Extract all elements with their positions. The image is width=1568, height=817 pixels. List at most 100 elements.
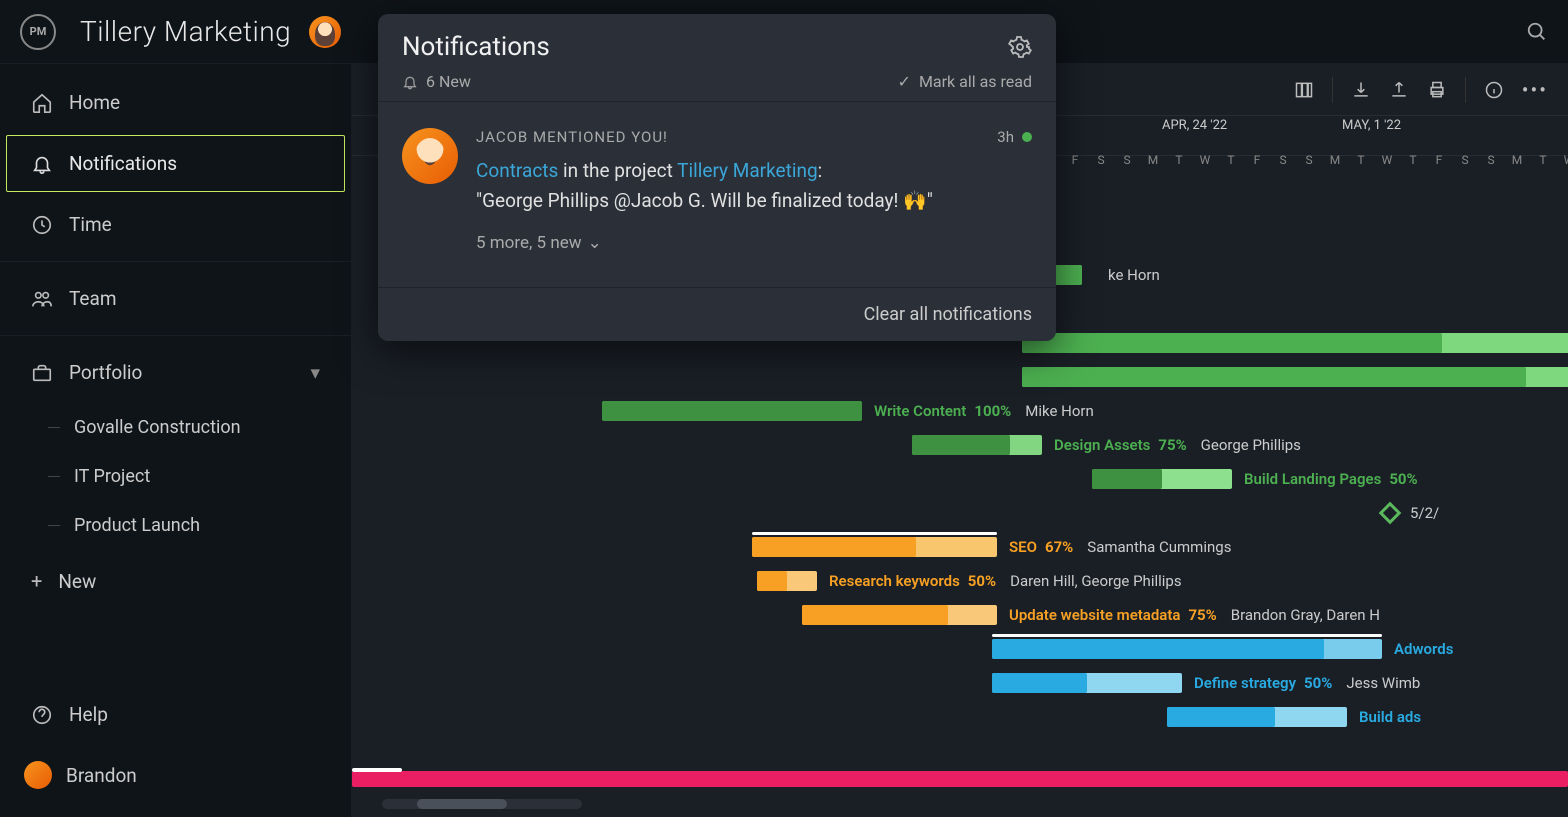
gantt-bar[interactable]: Research keywords50%Daren Hill, George P… [757,571,817,591]
app-title: Tillery Marketing [80,15,291,48]
mark-all-read-button[interactable]: ✓ Mark all as read [898,72,1032,91]
briefcase-icon [31,362,53,384]
gantt-bar[interactable]: Write Content100%Mike Horn [602,401,862,421]
share-icon[interactable] [1389,80,1409,100]
month-label: APR, 24 '22 [1162,118,1227,133]
sidebar-item-label: Time [69,213,112,236]
unread-dot-icon [1022,132,1032,142]
sidebar-item-team[interactable]: Team [6,270,345,327]
task-assignee: George Phillips [1201,436,1301,454]
task-row: Build Landing Pages50% [352,462,1568,496]
gantt-bar[interactable]: SEO67%Samantha Cummings [752,537,997,557]
progress-summary-bar [352,771,1568,787]
task-row: Update website metadata75%Brandon Gray, … [352,598,1568,632]
task-assignee: Mike Horn [1025,402,1094,420]
task-name: SEO [1009,538,1037,556]
portfolio-child-product-launch[interactable]: Product Launch [0,501,351,550]
task-row: Creativ [352,360,1568,394]
milestone-icon[interactable] [1379,502,1402,525]
columns-icon[interactable] [1294,80,1314,100]
task-name: Build ads [1359,708,1421,726]
header-avatar[interactable] [309,16,341,48]
portfolio-child-govalle[interactable]: Govalle Construction [0,403,351,452]
sidebar-item-label: Home [69,91,120,114]
task-row: 5/2/ [352,496,1568,530]
check-icon: ✓ [898,72,911,91]
portfolio-child-it[interactable]: IT Project [0,452,351,501]
task-name: Research keywords [829,572,960,590]
task-percent: 50% [1389,470,1417,488]
notification-avatar [402,128,458,184]
info-icon[interactable] [1484,80,1504,100]
task-row: Adwords [352,632,1568,666]
sidebar-item-portfolio[interactable]: Portfolio ▾ [6,344,345,401]
gear-icon[interactable] [1008,35,1032,59]
search-icon[interactable] [1526,21,1548,43]
gantt-bar[interactable]: Build ads [1167,707,1347,727]
milestone-label: 5/2/ [1410,504,1439,522]
task-row: Write Content 100% Mike Horn [352,394,1568,428]
chevron-down-icon: ⌄ [588,233,602,253]
sidebar-item-label: Notifications [69,152,177,175]
gantt-bar[interactable]: Creativ [1022,367,1568,387]
app-logo[interactable]: PM [20,14,56,50]
task-percent: 75% [1188,606,1216,624]
scrollbar-thumb[interactable] [417,799,507,809]
task-row: SEO67%Samantha Cummings [352,530,1568,564]
task-label: SEO67%Samantha Cummings [1009,538,1231,556]
task-percent: 100% [974,402,1011,420]
month-label: MAY, 1 '22 [1342,118,1401,133]
task-name: Define strategy [1194,674,1296,692]
task-assignee: Samantha Cummings [1087,538,1231,556]
bell-small-icon [402,74,418,90]
sidebar-item-label: Help [69,703,108,726]
more-icon[interactable]: ••• [1522,78,1548,102]
bell-icon [31,153,53,175]
home-icon [31,92,53,114]
clear-all-button[interactable]: Clear all notifications [378,287,1056,341]
task-label: Update website metadata75%Brandon Gray, … [1009,606,1380,624]
task-name: Write Content [874,402,966,420]
task-assignee: Jess Wimb [1346,674,1420,692]
gantt-bar[interactable]: Update website metadata75%Brandon Gray, … [802,605,997,625]
sidebar-user[interactable]: Brandon [0,745,351,805]
notification-more-toggle[interactable]: 5 more, 5 new ⌄ [476,233,1032,253]
gantt-bar[interactable]: ps, Jennifer Lennon, Jess Wimber... [1022,333,1568,353]
gantt-bar[interactable]: Adwords [992,639,1382,659]
gantt-bar[interactable]: Design Assets75%George Phillips [912,435,1042,455]
user-avatar-icon [24,761,52,789]
sidebar-item-help[interactable]: Help [6,686,345,743]
download-icon[interactable] [1351,80,1371,100]
sidebar-item-notifications[interactable]: Notifications [6,135,345,192]
sidebar-item-label: Portfolio [69,361,142,384]
task-name: Update website metadata [1009,606,1180,624]
help-icon [31,704,53,726]
new-count: 6 New [426,72,471,91]
task-label: Define strategy50%Jess Wimb [1194,674,1420,692]
task-percent: 75% [1158,436,1186,454]
task-row: Define strategy50%Jess Wimb [352,666,1568,700]
task-row: Build ads [352,700,1568,734]
notifications-panel: Notifications 6 New ✓ Mark all as read J… [378,14,1056,341]
link-contracts[interactable]: Contracts [476,159,558,182]
print-icon[interactable] [1427,80,1447,100]
plus-icon: + [31,569,42,593]
task-assignee: Daren Hill, George Phillips [1010,572,1181,590]
notification-item[interactable]: JACOB MENTIONED YOU! 3h Contracts in the… [402,114,1032,267]
notification-heading: JACOB MENTIONED YOU! [476,128,668,146]
scrollbar-track[interactable] [382,799,582,809]
sidebar-item-label: Team [69,287,117,310]
sidebar-item-home[interactable]: Home [6,74,345,131]
link-project[interactable]: Tillery Marketing [677,159,817,182]
sidebar-item-new[interactable]: + New [6,552,345,610]
notifications-title: Notifications [402,32,550,62]
task-label: Design Assets75%George Phillips [1054,436,1301,454]
task-label: Write Content 100% Mike Horn [874,402,1094,420]
gantt-bar[interactable]: Build Landing Pages50% [1092,469,1232,489]
sidebar: Home Notifications Time Team Portfolio ▾… [0,64,352,817]
task-label: Research keywords50%Daren Hill, George P… [829,572,1182,590]
chevron-down-icon: ▾ [310,361,320,384]
gantt-bar[interactable]: Define strategy50%Jess Wimb [992,673,1182,693]
sidebar-item-time[interactable]: Time [6,196,345,253]
team-icon [31,288,53,310]
